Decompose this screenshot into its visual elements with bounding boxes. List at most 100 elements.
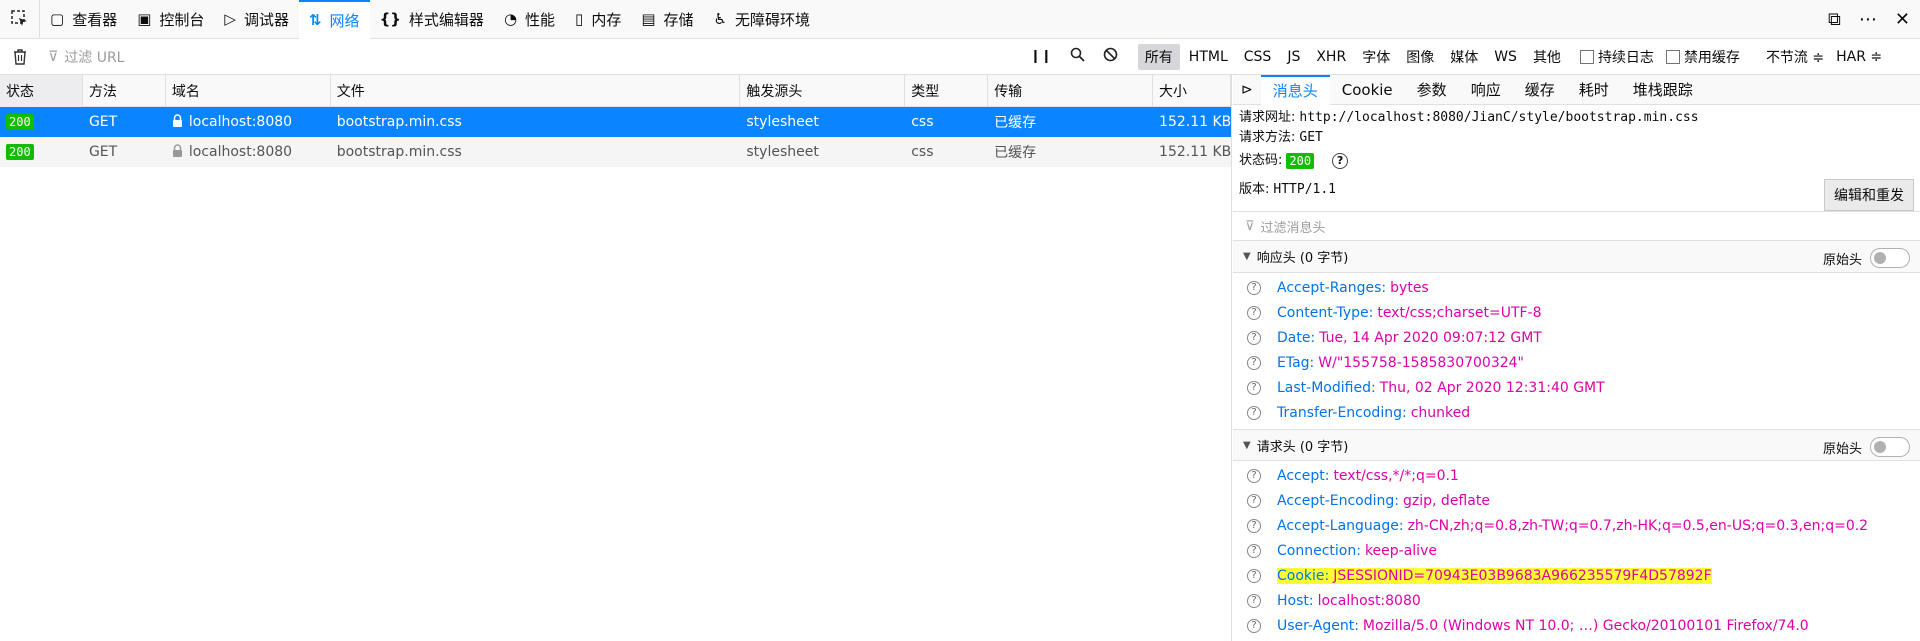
response-headers-section[interactable]: ▼ 响应头 (0 字节) 原始头 xyxy=(1233,241,1920,273)
transferred-cell: 已缓存 xyxy=(994,145,1037,161)
status-help-icon[interactable]: ? xyxy=(1332,153,1349,169)
type-filter-button[interactable]: 其他 xyxy=(1526,44,1568,70)
details-tab[interactable]: Cookie xyxy=(1330,75,1405,105)
header-help-icon[interactable]: ? xyxy=(1247,330,1261,345)
header-value: Tue, 14 Apr 2020 09:07:12 GMT xyxy=(1319,329,1542,346)
header-help-icon[interactable]: ? xyxy=(1247,593,1261,608)
type-filter-button[interactable]: CSS xyxy=(1237,46,1279,68)
header-help-icon[interactable]: ? xyxy=(1247,543,1261,558)
tool-tab-performance[interactable]: ◔ 性能 xyxy=(494,0,565,39)
tool-tab-console[interactable]: ▣ 控制台 xyxy=(127,0,214,39)
toggle-switch[interactable] xyxy=(1870,248,1910,268)
header-help-icon[interactable]: ? xyxy=(1247,618,1261,633)
header-row[interactable]: ? Accept-Ranges: bytes xyxy=(1233,275,1920,300)
element-picker-button[interactable] xyxy=(0,0,40,39)
request-table-header: 状态 方法 域名 文件 触发源头 类型 传输 大小 xyxy=(0,75,1231,107)
block-icon[interactable] xyxy=(1103,47,1118,66)
details-tab[interactable]: 消息头 xyxy=(1260,74,1330,105)
url-filter-input[interactable]: ⊽ 过滤 URL xyxy=(40,47,1030,67)
more-options-icon[interactable]: ⋯ xyxy=(1859,9,1877,30)
header-row[interactable]: ? Connection: keep-alive xyxy=(1233,538,1920,563)
har-menu[interactable]: HAR ≑ xyxy=(1836,49,1882,65)
column-header[interactable]: 触发源头 xyxy=(740,75,906,107)
type-filter-button[interactable]: 字体 xyxy=(1355,44,1397,70)
header-row[interactable]: ? Cookie: JSESSIONID=70943E03B9683A9662355… xyxy=(1233,563,1920,588)
close-icon[interactable]: ✕ xyxy=(1895,9,1910,30)
filter-icon: ⊽ xyxy=(1245,218,1255,234)
header-row[interactable]: ? Last-Modified: Thu, 02 Apr 2020 12:31:40… xyxy=(1233,375,1920,400)
header-value: text/css,*/*;q=0.1 xyxy=(1333,467,1459,484)
header-row[interactable]: ? User-Agent: Mozilla/5.0 (Windows NT 10.0… xyxy=(1233,613,1920,638)
tool-tab-accessibility[interactable]: ♿ 无障碍环境 xyxy=(704,0,820,39)
header-help-icon[interactable]: ? xyxy=(1247,518,1261,533)
persist-log-checkbox[interactable]: 持续日志 xyxy=(1579,47,1654,67)
throttle-select[interactable]: 不节流 ≑ xyxy=(1766,47,1824,67)
tool-tab-label: 调试器 xyxy=(243,10,289,29)
header-row[interactable]: ? Accept: text/css,*/*;q=0.1 xyxy=(1233,463,1920,488)
toggle-switch[interactable] xyxy=(1870,437,1910,457)
column-header[interactable]: 方法 xyxy=(83,75,166,107)
header-name: Accept: xyxy=(1277,467,1330,484)
type-filter-button[interactable]: JS xyxy=(1280,46,1307,68)
header-row[interactable]: ? Content-Type: text/css;charset=UTF-8 xyxy=(1233,300,1920,325)
details-tab[interactable]: 耗时 xyxy=(1567,75,1621,105)
header-content: Transfer-Encoding: chunked xyxy=(1277,405,1470,421)
request-row[interactable]: 200 GET localhost:8080 bootstrap.min.css sty… xyxy=(0,107,1231,137)
type-filter-button[interactable]: 媒体 xyxy=(1443,44,1485,70)
header-row[interactable]: ? Accept-Encoding: gzip, deflate xyxy=(1233,488,1920,513)
pause-icon[interactable]: ❙❙ xyxy=(1030,49,1052,64)
tool-tab-label: 内存 xyxy=(591,10,622,29)
header-help-icon[interactable]: ? xyxy=(1247,280,1261,295)
edit-and-resend-button[interactable]: 编辑和重发 xyxy=(1824,179,1914,211)
tool-tab-memory[interactable]: ▯ 内存 xyxy=(565,0,631,39)
header-row[interactable]: ? Host: localhost:8080 xyxy=(1233,588,1920,613)
tool-tab-style-editor[interactable]: {} 样式编辑器 xyxy=(370,0,494,39)
column-header[interactable]: 文件 xyxy=(331,75,741,107)
header-help-icon[interactable]: ? xyxy=(1247,405,1261,420)
column-header[interactable]: 传输 xyxy=(988,75,1154,107)
column-header[interactable]: 域名 xyxy=(166,75,331,107)
header-help-icon[interactable]: ? xyxy=(1247,305,1261,320)
clear-button[interactable] xyxy=(0,48,40,65)
details-tab[interactable]: 缓存 xyxy=(1513,75,1567,105)
column-header[interactable]: 类型 xyxy=(905,75,989,107)
header-help-icon[interactable]: ? xyxy=(1247,380,1261,395)
raw-response-headers-toggle[interactable]: 原始头 xyxy=(1823,248,1910,268)
tool-tab-network[interactable]: ⇅ 网络 xyxy=(298,0,370,39)
memory-icon: ▯ xyxy=(575,10,584,28)
url-filter-placeholder: 过滤 URL xyxy=(64,49,125,66)
header-row[interactable]: ? Date: Tue, 14 Apr 2020 09:07:12 GMT xyxy=(1233,325,1920,350)
headers-filter-input[interactable]: ⊽ 过滤消息头 xyxy=(1233,211,1920,241)
header-name: Cookie: xyxy=(1277,567,1330,584)
column-header[interactable]: 大小 xyxy=(1153,75,1231,107)
type-filter-button[interactable]: 图像 xyxy=(1399,44,1441,70)
request-headers-section[interactable]: ▼ 请求头 (0 字节) 原始头 xyxy=(1233,429,1920,461)
header-help-icon[interactable]: ? xyxy=(1247,355,1261,370)
type-filter-button[interactable]: WS xyxy=(1487,46,1524,68)
tool-tab-debugger[interactable]: ▷ 调试器 xyxy=(214,0,299,39)
tool-tab-storage[interactable]: ▤ 存储 xyxy=(631,0,703,39)
tool-tab-inspector[interactable]: ▢ 查看器 xyxy=(40,0,127,39)
details-tab[interactable]: 参数 xyxy=(1405,75,1459,105)
type-filter-button[interactable]: XHR xyxy=(1309,46,1353,68)
details-tab[interactable]: 堆栈跟踪 xyxy=(1621,75,1705,105)
header-row[interactable]: ? Accept-Language: zh-CN,zh;q=0.8,zh-TW;q=… xyxy=(1233,513,1920,538)
header-name: Date: xyxy=(1277,329,1316,346)
header-help-icon[interactable]: ? xyxy=(1247,493,1261,508)
search-icon[interactable] xyxy=(1070,47,1085,66)
header-value: W/"155758-1585830700324" xyxy=(1318,354,1524,371)
header-help-icon[interactable]: ? xyxy=(1247,468,1261,483)
disable-cache-checkbox[interactable]: 禁用缓存 xyxy=(1665,47,1740,67)
raw-request-headers-toggle[interactable]: 原始头 xyxy=(1823,437,1910,457)
toggle-sidebar-icon[interactable]: ⊳ xyxy=(1233,82,1261,98)
header-help-icon[interactable]: ? xyxy=(1247,568,1261,583)
type-filter-button[interactable]: 所有 xyxy=(1137,43,1180,70)
type-filter-button[interactable]: HTML xyxy=(1182,46,1235,68)
column-header[interactable]: 状态 xyxy=(0,75,83,107)
header-row[interactable]: ? ETag: W/"155758-1585830700324" xyxy=(1233,350,1920,375)
request-row[interactable]: 200 GET localhost:8080 bootstrap.min.css sty… xyxy=(0,137,1231,167)
dock-icon[interactable]: ⧉ xyxy=(1828,9,1841,30)
header-row[interactable]: ? Transfer-Encoding: chunked xyxy=(1233,400,1920,425)
details-tab[interactable]: 响应 xyxy=(1459,75,1513,105)
header-value: JSESSIONID=70943E03B9683A966235579F4D578… xyxy=(1333,567,1712,584)
